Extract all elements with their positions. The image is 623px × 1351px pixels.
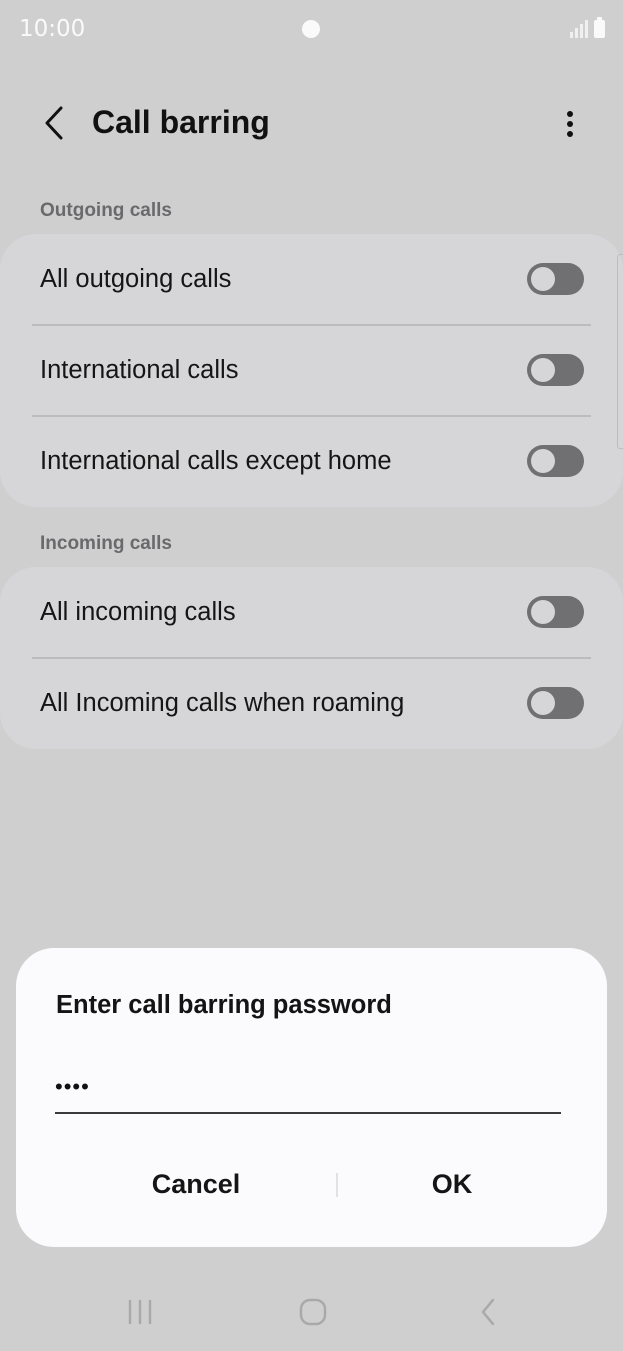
status-time: 10:00 — [19, 16, 86, 42]
toggle-switch[interactable] — [527, 445, 584, 477]
cancel-button[interactable]: Cancel — [96, 1154, 296, 1214]
section-header-outgoing: Outgoing calls — [40, 200, 172, 221]
chevron-left-icon — [45, 106, 63, 140]
ok-button[interactable]: OK — [352, 1154, 552, 1214]
setting-row-all-incoming-calls[interactable]: All incoming calls — [0, 567, 623, 658]
setting-row-all-outgoing-calls[interactable]: All outgoing calls — [0, 234, 623, 325]
recents-button[interactable] — [110, 1290, 170, 1334]
setting-label: All incoming calls — [40, 598, 236, 626]
more-options-button[interactable] — [552, 104, 588, 144]
toggle-knob — [531, 691, 555, 715]
password-input[interactable] — [55, 1066, 561, 1114]
setting-row-incoming-when-roaming[interactable]: All Incoming calls when roaming — [0, 658, 623, 749]
password-dialog: Enter call barring password Cancel OK — [16, 948, 607, 1247]
toggle-switch[interactable] — [527, 354, 584, 386]
toggle-switch[interactable] — [527, 687, 584, 719]
back-icon — [481, 1298, 495, 1326]
setting-label: International calls — [40, 356, 239, 384]
recents-icon — [128, 1299, 152, 1325]
battery-icon — [594, 17, 605, 38]
toggle-switch[interactable] — [527, 596, 584, 628]
toggle-knob — [531, 449, 555, 473]
toggle-knob — [531, 600, 555, 624]
outgoing-calls-card: All outgoing calls International calls I… — [0, 234, 623, 507]
incoming-calls-card: All incoming calls All Incoming calls wh… — [0, 567, 623, 749]
setting-row-international-except-home[interactable]: International calls except home — [0, 416, 623, 507]
status-icons — [570, 17, 605, 38]
setting-label: All Incoming calls when roaming — [40, 689, 405, 717]
toggle-switch[interactable] — [527, 263, 584, 295]
signal-icon — [570, 20, 588, 38]
section-header-incoming: Incoming calls — [40, 533, 172, 554]
status-bar: 10:00 — [0, 0, 623, 60]
toggle-knob — [531, 267, 555, 291]
toggle-knob — [531, 358, 555, 382]
setting-row-international-calls[interactable]: International calls — [0, 325, 623, 416]
setting-label: International calls except home — [40, 447, 392, 475]
camera-dot — [302, 20, 320, 38]
page-title: Call barring — [92, 104, 270, 140]
back-button[interactable] — [34, 102, 74, 144]
app-bar: Call barring — [0, 88, 623, 158]
setting-label: All outgoing calls — [40, 265, 232, 293]
nav-back-button[interactable] — [458, 1290, 518, 1334]
button-separator — [336, 1173, 338, 1197]
more-vertical-icon — [567, 111, 573, 137]
scroll-indicator[interactable] — [617, 254, 623, 449]
dialog-title: Enter call barring password — [56, 991, 392, 1019]
home-icon — [299, 1298, 327, 1326]
navigation-bar — [0, 1280, 623, 1351]
home-button[interactable] — [283, 1290, 343, 1334]
